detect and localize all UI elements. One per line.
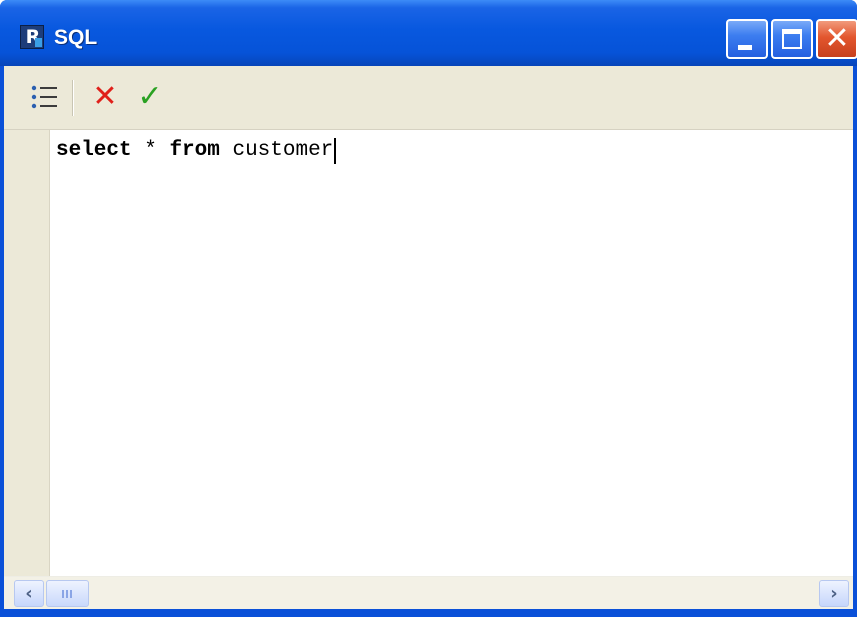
keyword-from: from — [169, 139, 220, 162]
sql-editor[interactable]: select * from customer — [4, 130, 853, 576]
minimize-icon — [738, 45, 752, 50]
list-icon — [31, 85, 57, 109]
toolbar-separator — [72, 80, 74, 116]
fast-report-icon: R — [20, 25, 44, 49]
ok-button[interactable]: ✓ — [131, 78, 169, 116]
maximize-button[interactable] — [771, 19, 813, 59]
window-title: SQL — [54, 26, 98, 49]
close-icon: ✕ — [824, 21, 850, 56]
grip-icon — [62, 590, 74, 598]
cancel-x-icon: ✕ — [92, 79, 118, 114]
cancel-button[interactable]: ✕ — [86, 78, 124, 116]
scroll-left-button[interactable]: ‹ — [14, 580, 44, 607]
close-button[interactable]: ✕ — [816, 19, 857, 59]
maximize-icon — [782, 29, 802, 49]
operator-star: * — [131, 139, 170, 162]
editor-gutter — [4, 130, 50, 576]
toolbar: ✕ ✓ — [4, 66, 853, 130]
code-line[interactable]: select * from customer — [56, 138, 337, 164]
table-name: customer — [219, 139, 334, 162]
horizontal-scrollbar[interactable]: ‹ › — [4, 576, 853, 609]
checkmark-icon: ✓ — [137, 79, 163, 114]
title-bar[interactable]: R SQL ✕ — [0, 0, 857, 66]
sql-window: R SQL ✕ ✕ ✓ select * from customer ‹ › — [0, 0, 857, 617]
text-caret — [334, 138, 337, 164]
chevron-left-icon: ‹ — [25, 583, 33, 604]
keyword-select: select — [56, 139, 132, 162]
scroll-right-button[interactable]: › — [819, 580, 849, 607]
params-button[interactable] — [26, 78, 64, 116]
chevron-right-icon: › — [830, 583, 838, 604]
scrollbar-thumb[interactable] — [46, 580, 89, 607]
minimize-button[interactable] — [726, 19, 768, 59]
window-bottom-border — [0, 609, 857, 617]
